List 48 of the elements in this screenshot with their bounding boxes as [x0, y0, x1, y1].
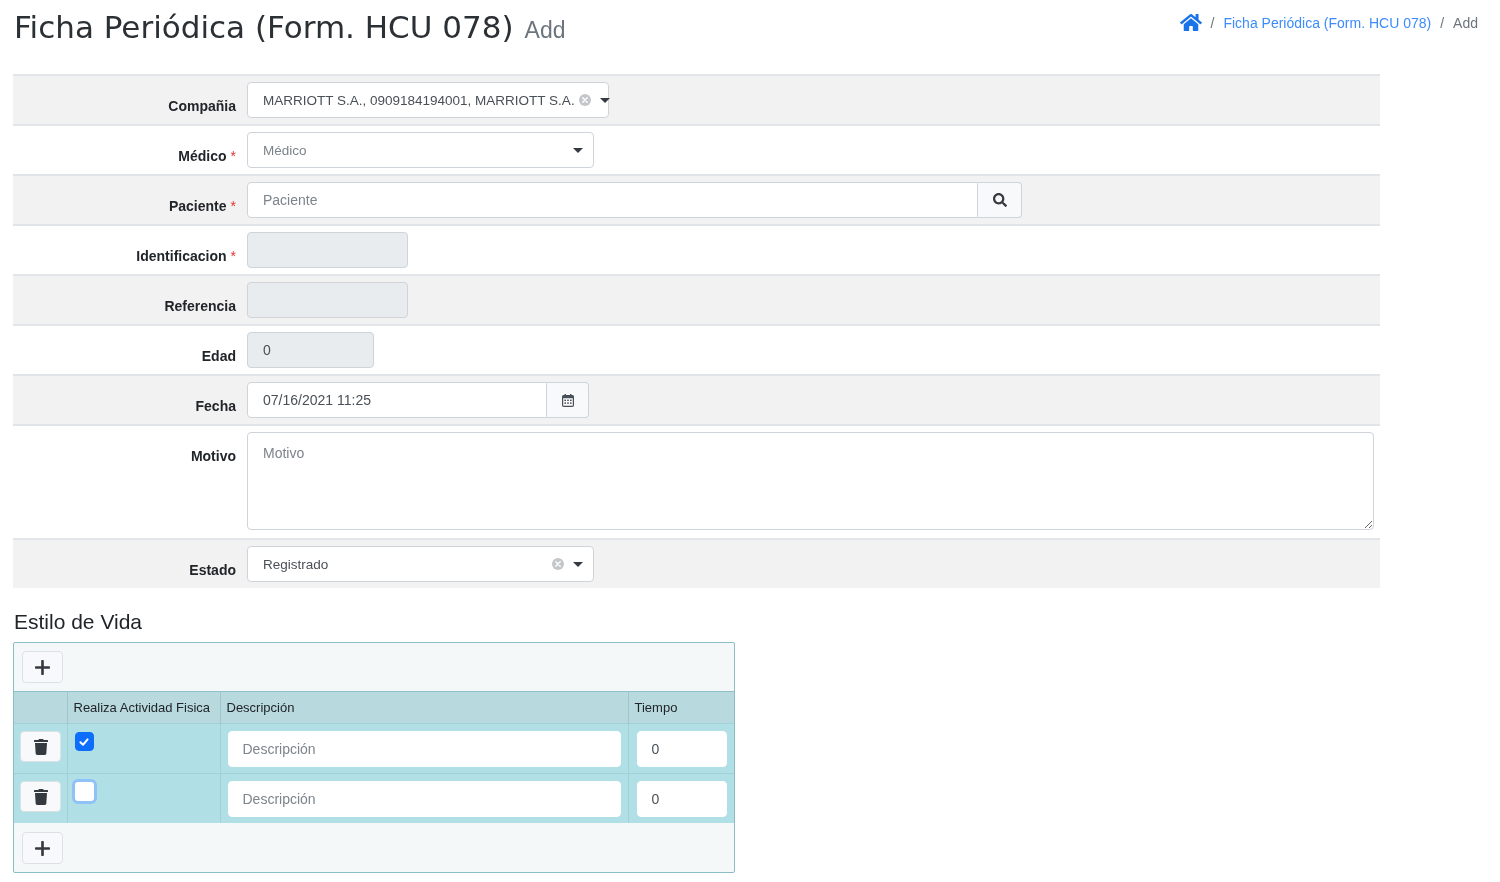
- plus-icon: [35, 840, 50, 856]
- trash-icon: [33, 788, 48, 805]
- add-button[interactable]: [22, 832, 63, 864]
- text-area[interactable]: Motivo: [247, 432, 1374, 530]
- check-icon: [78, 735, 90, 748]
- column-header: Tiempo: [628, 691, 734, 724]
- add-button[interactable]: [22, 651, 63, 683]
- field-label: Compañia: [168, 98, 236, 114]
- breadcrumb-separator: /: [1210, 14, 1215, 31]
- date-field[interactable]: 07/16/2021 11:25: [247, 382, 547, 418]
- field-label: Estado: [189, 562, 236, 578]
- input-field[interactable]: Paciente: [247, 182, 978, 218]
- column-header: Descripción: [220, 691, 628, 724]
- caret-icon: [599, 97, 610, 103]
- field-label: Motivo: [190, 448, 236, 464]
- calendar-button[interactable]: [547, 382, 589, 418]
- trash-icon: [33, 738, 48, 755]
- delete-button[interactable]: [20, 731, 61, 762]
- page-title: Ficha Periódica (Form. HCU 078): [14, 8, 514, 47]
- dropdown-field[interactable]: MARRIOTT S.A., 0909184194001, MARRIOTT S.A.: [247, 82, 609, 118]
- input-field[interactable]: 0: [636, 731, 727, 767]
- dropdown-field[interactable]: Médico: [247, 132, 594, 168]
- column-header: Realiza Actividad Fisica: [67, 691, 220, 724]
- input-field[interactable]: 0: [636, 781, 727, 817]
- field-label: Edad: [201, 348, 236, 364]
- delete-button[interactable]: [20, 781, 61, 812]
- home-icon[interactable]: [1179, 14, 1202, 31]
- required-mark: *: [230, 198, 236, 214]
- required-mark: *: [230, 148, 236, 164]
- checkbox[interactable]: [71, 779, 97, 804]
- field-label: Fecha: [195, 398, 236, 414]
- checkbox[interactable]: [74, 732, 94, 751]
- breadcrumb-current: Add: [1453, 14, 1478, 31]
- search-icon: [992, 193, 1007, 207]
- page-subtitle: Add: [524, 17, 566, 44]
- breadcrumb-separator: /: [1440, 14, 1445, 31]
- caret-icon: [573, 561, 583, 567]
- dropdown-field[interactable]: Registrado: [247, 546, 594, 582]
- search-button[interactable]: [978, 182, 1022, 218]
- caret-icon: [573, 147, 583, 153]
- section-title: Estilo de Vida: [14, 609, 144, 635]
- field-label: Paciente: [168, 198, 227, 214]
- field-label: Referencia: [164, 298, 236, 314]
- required-mark: *: [230, 248, 236, 264]
- field-label: Médico: [178, 148, 227, 164]
- calendar-icon: [561, 393, 574, 407]
- plus-icon: [35, 659, 50, 675]
- field-label: Identificacion: [136, 248, 227, 264]
